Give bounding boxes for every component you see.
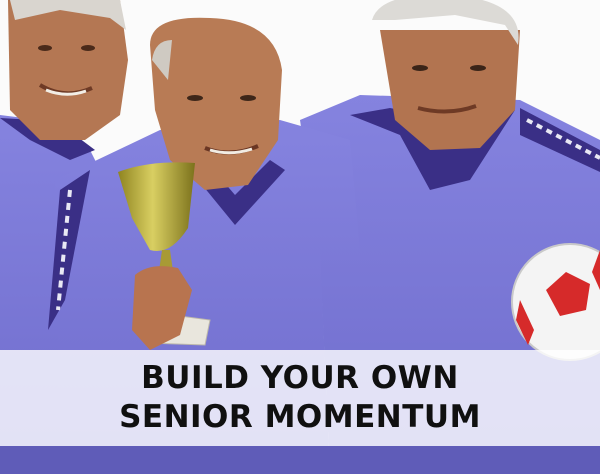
- headline-banner: BUILD YOUR OWN SENIOR MOMENTUM: [0, 350, 600, 446]
- headline-line-2: SENIOR MOMENTUM: [119, 399, 481, 435]
- headline-line-1: BUILD YOUR OWN: [141, 360, 459, 396]
- hero-image: BUILD YOUR OWN SENIOR MOMENTUM: [0, 0, 600, 474]
